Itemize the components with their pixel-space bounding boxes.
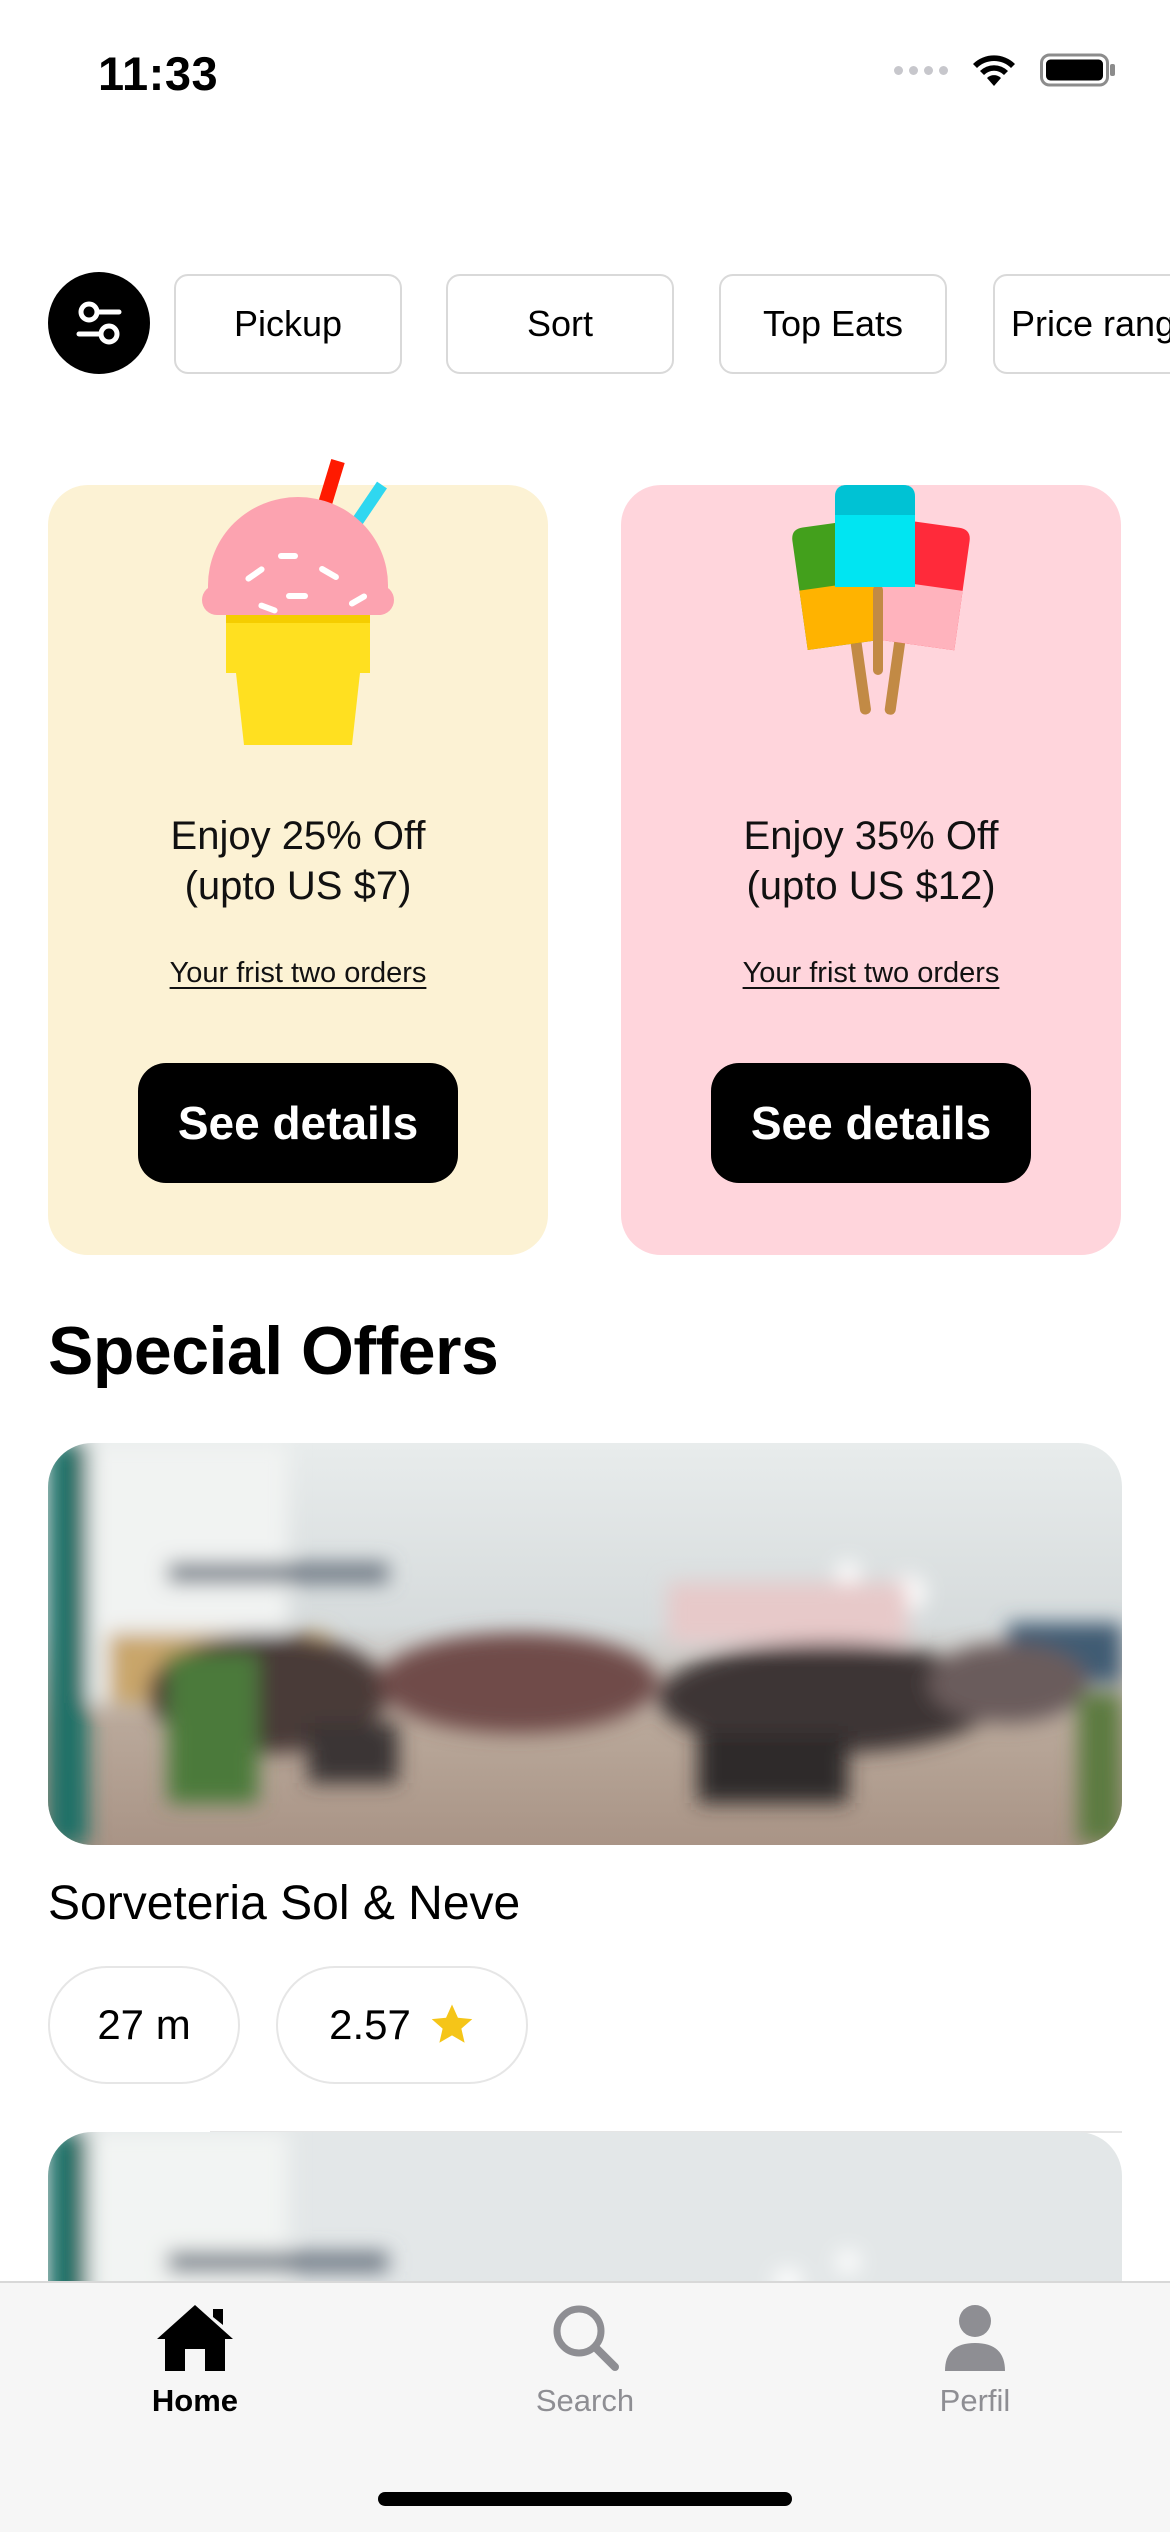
distance-value: 27 m (97, 2001, 191, 2048)
rating-value: 2.57 (329, 2001, 411, 2048)
search-icon (553, 2305, 619, 2371)
popsicles-icon (792, 485, 970, 715)
cellular-signal-icon (894, 65, 948, 75)
promo-title-line1: Enjoy 35% Off (743, 814, 999, 858)
tab-label: Home (151, 2383, 239, 2418)
chip-price-range[interactable]: Price range (993, 274, 1170, 374)
star-icon (431, 2004, 473, 2043)
see-details-button[interactable]: See details (138, 1063, 458, 1183)
battery-icon (1040, 53, 1115, 87)
status-icons (894, 52, 1116, 88)
ice-cream-cone-icon (202, 458, 394, 745)
wifi-icon (973, 55, 1015, 86)
rating-badge: 2.57 (276, 1966, 528, 2084)
promo-title-line2: (upto US $12) (746, 864, 996, 908)
promo-subtitle-link[interactable]: Your frist two orders (621, 957, 1121, 990)
home-icon (157, 2305, 233, 2371)
tab-label: Search (535, 2383, 635, 2418)
sliders-icon (76, 301, 122, 345)
section-title: Special Offers (48, 1313, 499, 1389)
distance-badge: 27 m (48, 1966, 240, 2084)
tab-home[interactable]: Home (0, 2283, 390, 2463)
promo-card: Enjoy 35% Off (upto US $12) Your frist t… (621, 485, 1121, 1255)
promo-subtitle-link[interactable]: Your frist two orders (48, 957, 548, 990)
promo-title-line1: Enjoy 25% Off (170, 814, 426, 858)
chip-sort[interactable]: Sort (446, 274, 674, 374)
chip-top-eats[interactable]: Top Eats (719, 274, 947, 374)
status-bar: 11:33 (0, 0, 1170, 150)
see-details-button[interactable]: See details (711, 1063, 1031, 1183)
home-indicator (378, 2492, 792, 2506)
filter-toggle-button[interactable] (48, 272, 150, 374)
filter-bar: Pickup Sort Top Eats Price range (48, 272, 1170, 376)
restaurant-name[interactable]: Sorveteria Sol & Neve (48, 1876, 520, 1931)
promo-card: Enjoy 25% Off (upto US $7) Your frist tw… (48, 458, 548, 1255)
promo-title-line2: (upto US $7) (184, 864, 412, 908)
chip-pickup[interactable]: Pickup (174, 274, 402, 374)
tab-search[interactable]: Search (390, 2283, 780, 2463)
tab-perfil[interactable]: Perfil (780, 2283, 1170, 2463)
status-time: 11:33 (98, 47, 219, 100)
tab-label: Perfil (939, 2383, 1011, 2418)
person-icon (945, 2305, 1005, 2371)
restaurant-photo[interactable] (48, 1443, 1122, 1845)
restaurant-photo-image (48, 1443, 1122, 1845)
